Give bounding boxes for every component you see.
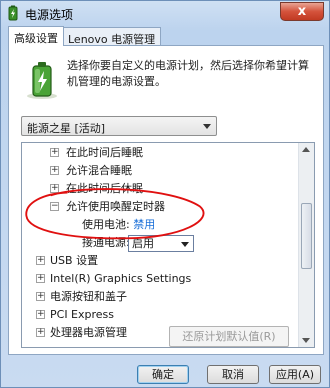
tab-lenovo-power-management[interactable]: Lenovo 电源管理 — [62, 27, 162, 46]
tree-scrollbar[interactable] — [298, 143, 314, 347]
expand-icon[interactable]: + — [36, 292, 45, 301]
power-options-icon — [8, 5, 18, 21]
scroll-thumb[interactable] — [301, 203, 312, 269]
panel-description: 选择你要自定义的电源计划，然后选择你希望计算机管理的电源设置。 — [67, 59, 309, 88]
tree-item-label: 电源按钮和盖子 — [50, 290, 127, 303]
battery-power-icon — [27, 62, 57, 99]
tree-item-label: Intel(R) Graphics Settings — [50, 272, 192, 285]
tree-item-pci-express[interactable]: + PCI Express — [36, 307, 114, 323]
tree-item-label: 在此时间后睡眠 — [66, 146, 143, 159]
tree-item-label: 允许混合睡眠 — [66, 164, 132, 177]
collapse-icon[interactable]: − — [50, 202, 59, 211]
tree-item-processor-power[interactable]: + 处理器电源管理 — [36, 325, 127, 341]
tree-item-hybrid-sleep[interactable]: + 允许混合睡眠 — [50, 163, 132, 179]
tree-item-power-buttons-lid[interactable]: + 电源按钮和盖子 — [36, 289, 127, 305]
scroll-up-icon[interactable] — [302, 147, 310, 152]
cancel-button[interactable]: 取消 — [207, 365, 259, 384]
chevron-down-icon — [203, 124, 211, 129]
tree-item-sleep-after[interactable]: + 在此时间后睡眠 — [50, 145, 143, 161]
tab-advanced-settings[interactable]: 高级设置 — [8, 26, 64, 46]
tree-item-label: USB 设置 — [50, 254, 99, 267]
tree-item-hibernate-after[interactable]: + 在此时间后休眠 — [50, 181, 143, 197]
close-button[interactable]: x — [280, 2, 324, 21]
power-plan-value: 能源之星 [活动] — [27, 122, 106, 135]
expand-icon[interactable]: + — [50, 166, 59, 175]
expand-icon[interactable]: + — [36, 274, 45, 283]
expand-icon[interactable]: + — [36, 328, 45, 337]
scroll-down-icon[interactable] — [302, 338, 310, 343]
restore-plan-defaults-button[interactable]: 还原计划默认值(R) — [169, 326, 289, 347]
expand-icon[interactable]: + — [36, 310, 45, 319]
plugged-in-select[interactable]: 启用 — [128, 235, 194, 252]
ok-button[interactable]: 确定 — [137, 365, 189, 384]
expand-icon[interactable]: + — [36, 256, 45, 265]
power-options-window: 电源选项 x 高级设置 Lenovo 电源管理 选择你要自定义的电源计划，然后选… — [0, 0, 330, 388]
tree-item-label: PCI Express — [50, 308, 115, 321]
sub-setting-on-battery: 使用电池: 禁用 — [82, 217, 155, 233]
plugged-in-value: 启用 — [132, 237, 154, 250]
tree-item-label: 在此时间后休眠 — [66, 182, 143, 195]
sub-setting-label: 接通电源: — [82, 236, 130, 249]
expand-icon[interactable]: + — [50, 148, 59, 157]
sub-setting-value-link[interactable]: 禁用 — [133, 218, 155, 231]
settings-tree[interactable]: + 在此时间后睡眠 + 允许混合睡眠 + 在此时间后休眠 − 允许使用唤醒定时器… — [21, 142, 315, 348]
sub-setting-plugged-in: 接通电源: — [82, 235, 130, 251]
sub-setting-label: 使用电池: — [82, 218, 130, 231]
expand-icon[interactable]: + — [50, 184, 59, 193]
chevron-down-icon — [181, 242, 189, 247]
tree-item-label: 允许使用唤醒定时器 — [66, 200, 165, 213]
tree-item-wake-timers[interactable]: − 允许使用唤醒定时器 — [50, 199, 165, 215]
power-plan-select[interactable]: 能源之星 [活动] — [21, 116, 217, 136]
apply-button[interactable]: 应用(A) — [269, 365, 321, 384]
advanced-settings-panel: 选择你要自定义的电源计划，然后选择你希望计算机管理的电源设置。 能源之星 [活动… — [8, 45, 324, 355]
title-bar[interactable]: 电源选项 x — [1, 1, 329, 25]
window-title: 电源选项 — [25, 8, 74, 22]
tree-item-intel-graphics[interactable]: + Intel(R) Graphics Settings — [36, 271, 191, 287]
tree-item-label: 处理器电源管理 — [50, 326, 127, 339]
tree-item-usb-settings[interactable]: + USB 设置 — [36, 253, 98, 269]
